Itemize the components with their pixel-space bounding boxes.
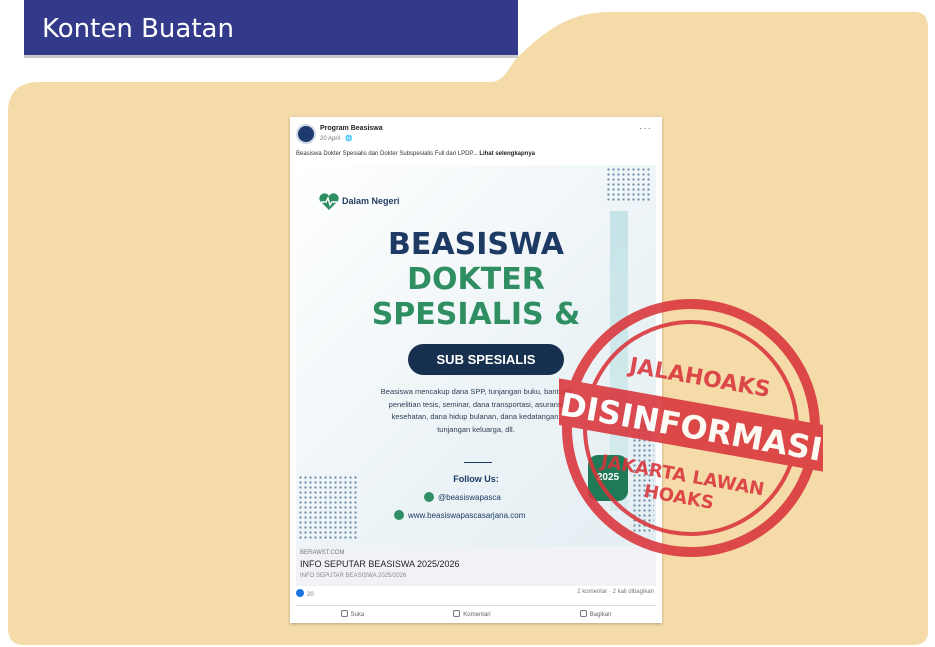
like-count[interactable]: 20 bbox=[307, 592, 314, 598]
instagram-handle: @beasiswapasca bbox=[424, 492, 501, 502]
decorative-dots bbox=[606, 167, 652, 201]
share-button[interactable]: Bagikan bbox=[579, 609, 612, 618]
see-more-link[interactable]: Lihat selengkapnya bbox=[479, 151, 535, 157]
more-options-icon[interactable]: ··· bbox=[639, 123, 652, 134]
comment-share-count[interactable]: 2 komentar · 2 kali dibagikan bbox=[577, 589, 654, 595]
heart-pulse-icon bbox=[319, 193, 339, 210]
website-link: www.beasiswapascasarjana.com bbox=[394, 510, 525, 520]
post-date[interactable]: 20 April · 🌐 bbox=[320, 135, 353, 142]
thumbs-up-icon bbox=[340, 609, 348, 617]
comment-label: Komentari bbox=[463, 611, 491, 618]
avatar[interactable] bbox=[296, 124, 316, 144]
scholarship-description: Beasiswa mencakup dana SPP, tunjangan bu… bbox=[380, 387, 572, 434]
headline-line-2: DOKTER bbox=[407, 262, 545, 297]
post-stats: 20 2 komentar · 2 kali dibagikan bbox=[296, 589, 656, 601]
caption-text: Beasiswa Dokter Spesialis dan Dokter Sub… bbox=[296, 151, 478, 157]
page-title: Konten Buatan bbox=[24, 0, 518, 58]
headline-line-1: BEASISWA bbox=[388, 227, 564, 262]
divider bbox=[464, 462, 492, 463]
comment-icon bbox=[453, 609, 461, 617]
post-header: Program Beasiswa 20 April · 🌐 ··· Beasis… bbox=[290, 117, 662, 167]
share-icon bbox=[579, 609, 587, 617]
post-actions: Suka Komentari Bagikan bbox=[296, 605, 656, 621]
share-label: Bagikan bbox=[589, 611, 612, 618]
disinformation-stamp: JALAHOAKS DISINFORMASI JAKARTA LAWAN HOA… bbox=[559, 299, 823, 557]
page-name[interactable]: Program Beasiswa bbox=[320, 125, 383, 132]
instagram-text: @beasiswapasca bbox=[438, 493, 501, 502]
link-domain: BERAWST.COM bbox=[300, 550, 345, 556]
globe-icon bbox=[394, 510, 404, 520]
link-title: INFO SEPUTAR BEASISWA 2025/2026 bbox=[300, 559, 460, 569]
decorative-dots bbox=[298, 475, 358, 539]
like-label: Suka bbox=[350, 611, 365, 618]
stamp-main-text: DISINFORMASI bbox=[559, 385, 823, 469]
instagram-icon bbox=[424, 492, 434, 502]
region-label: Dalam Negeri bbox=[342, 196, 400, 206]
like-reaction-icon bbox=[296, 589, 304, 597]
sub-specialist-pill: SUB SPESIALIS bbox=[408, 344, 564, 375]
website-text: www.beasiswapascasarjana.com bbox=[408, 511, 526, 520]
link-subtitle: INFO SEPUTAR BEASISWA 2025/2026 bbox=[300, 573, 407, 579]
comment-button[interactable]: Komentari bbox=[453, 609, 491, 618]
post-caption: Beasiswa Dokter Spesialis dan Dokter Sub… bbox=[296, 151, 658, 157]
like-button[interactable]: Suka bbox=[340, 609, 365, 618]
